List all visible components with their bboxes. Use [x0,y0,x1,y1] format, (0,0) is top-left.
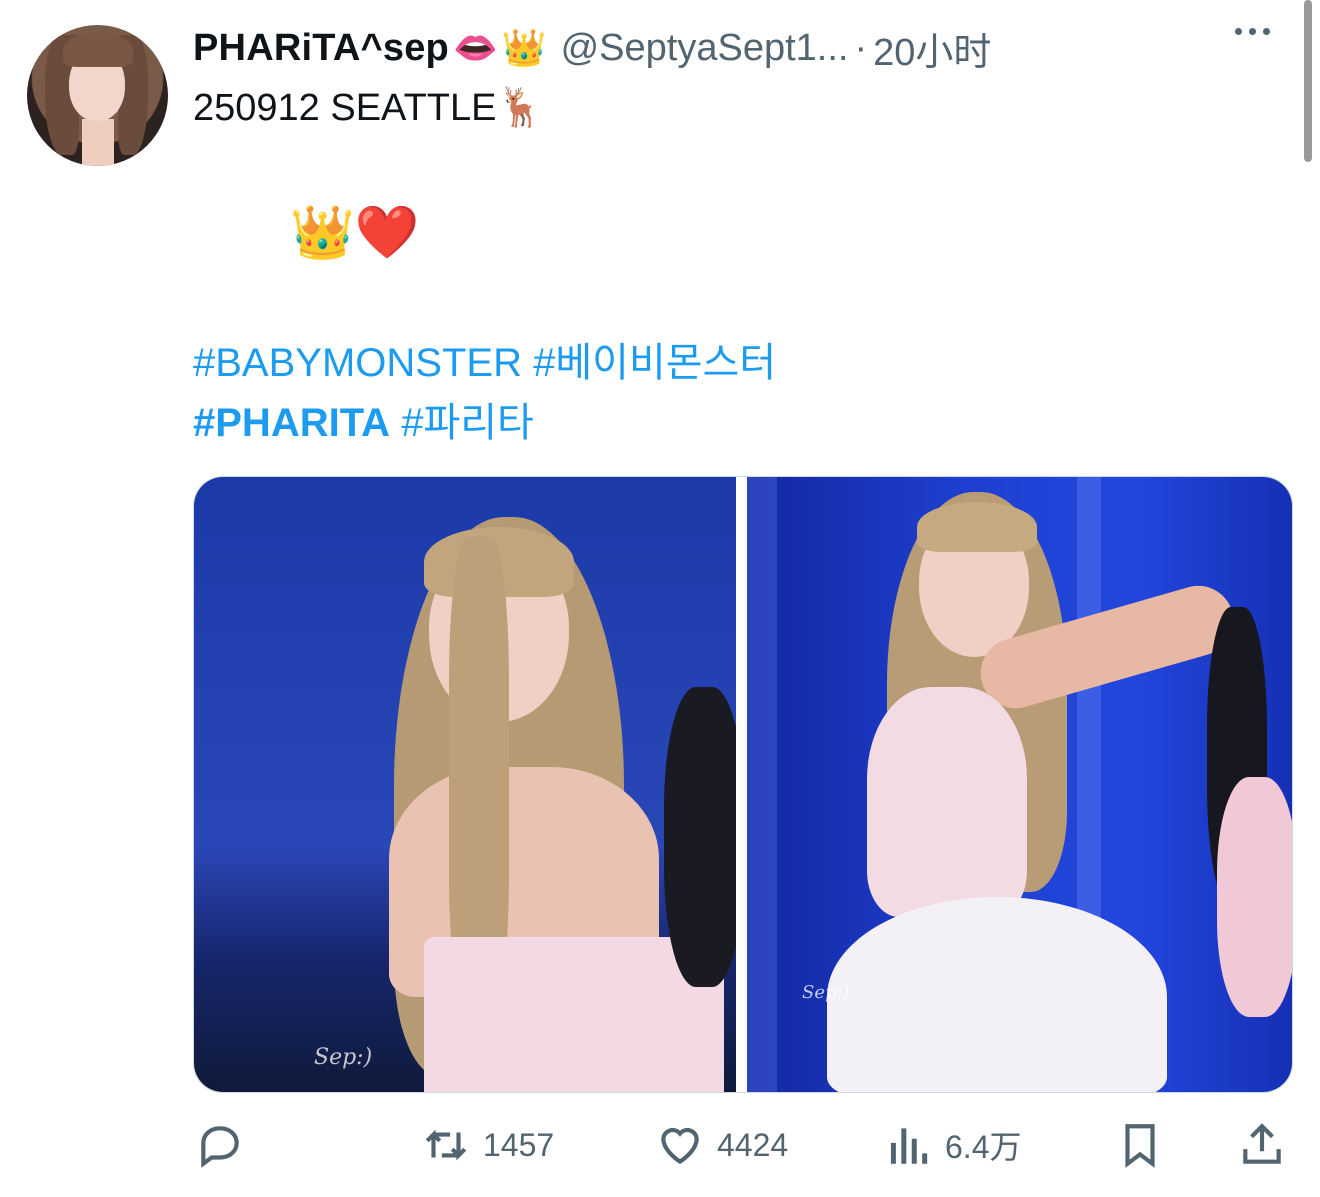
retweet-count: 1457 [483,1126,555,1163]
hashtag-line-2: #PHARITA #파리타 [193,390,534,448]
emoji-line: 👑❤️ [290,204,420,262]
user-handle[interactable]: @SeptyaSept1... [561,27,849,70]
share-button[interactable] [1237,1115,1287,1175]
crown-emoji: 👑 [501,27,547,68]
photo-1[interactable]: Sep:) [194,477,736,1092]
hashtag-line-1: #BABYMONSTER #베이비몬스터 [193,330,776,388]
views-button[interactable]: 6.4万 [883,1115,1022,1175]
lips-emoji: 👄 [452,27,498,68]
retweet-icon [425,1129,467,1161]
watermark-1: Sep:) [314,1045,373,1070]
like-button[interactable]: 4424 [655,1115,788,1175]
views-count: 6.4万 [945,1129,1022,1165]
share-icon [1243,1123,1281,1164]
hashtag-pharita[interactable]: #PHARITA [193,401,390,445]
separator-dot: · [854,26,868,69]
hashtag-pharita-korean[interactable]: #파리타 [401,401,534,445]
display-name[interactable]: PHARiTA^sep [193,27,449,70]
watermark-2: Sep:) [802,982,850,1003]
like-count: 4424 [717,1126,789,1163]
timestamp[interactable]: 20小时 [873,21,991,76]
views-icon [890,1128,928,1164]
tweet-text-line: 250912 SEATTLE🦌 [193,87,544,129]
retweet-button[interactable]: 1457 [421,1115,554,1175]
bookmark-button[interactable] [1115,1115,1165,1175]
action-bar: 1457 4424 6.4万 [193,1115,1293,1175]
hashtag-babymonster[interactable]: #BABYMONSTER [193,341,522,385]
media-grid: Sep:) Sep:) [193,476,1293,1093]
reply-icon [201,1126,239,1168]
more-options-icon[interactable] [1235,28,1270,35]
tweet-header: PHARiTA^sep 👄 👑 @SeptyaSept1... · 20小时 [193,24,991,74]
photo-2[interactable]: Sep:) [747,477,1292,1092]
heart-icon [661,1127,699,1165]
hashtag-babymonster-korean[interactable]: #베이비몬스터 [533,341,776,385]
bookmark-icon [1125,1124,1155,1168]
avatar[interactable] [27,25,168,166]
scrollbar[interactable] [1304,0,1312,162]
reply-button[interactable] [195,1115,257,1175]
